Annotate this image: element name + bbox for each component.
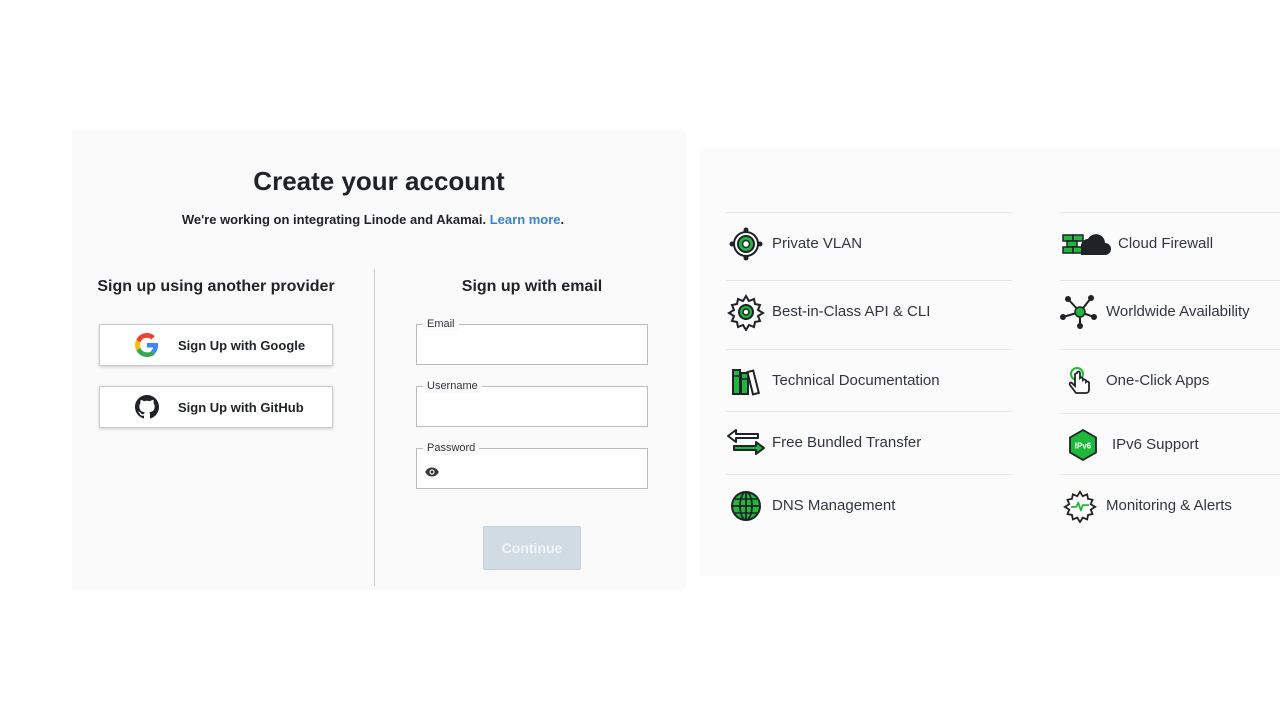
feature-label: DNS Management	[772, 497, 896, 514]
feature-free-transfer: Free Bundled Transfer	[726, 411, 1012, 473]
ipv6-hexagon-icon: IPv6	[1060, 425, 1106, 465]
network-hub-icon	[726, 224, 766, 264]
github-signup-label: Sign Up with GitHub	[178, 399, 304, 415]
feature-monitoring-alerts: Monitoring & Alerts	[1060, 474, 1280, 536]
email-field: Email	[416, 317, 648, 365]
subtitle-text: We're working on integrating Linode and …	[181, 212, 487, 227]
feature-ipv6-support: IPv6 IPv6 Support	[1060, 413, 1280, 475]
feature-label: Cloud Firewall	[1118, 235, 1214, 252]
password-field: Password	[416, 441, 648, 489]
feature-private-vlan: Private VLAN	[726, 212, 1012, 274]
cloud-firewall-icon	[1060, 224, 1112, 264]
subtitle-period: .	[560, 212, 565, 227]
feature-label: Monitoring & Alerts	[1106, 497, 1232, 514]
github-signup-button[interactable]: Sign Up with GitHub	[99, 386, 333, 428]
page-title: Create your account	[253, 166, 505, 196]
google-signup-button[interactable]: Sign Up with Google	[99, 324, 333, 366]
provider-heading: Sign up using another provider	[97, 278, 335, 295]
books-icon	[726, 361, 766, 401]
nodes-icon	[1060, 292, 1100, 332]
github-icon	[134, 394, 160, 420]
feature-label: Technical Documentation	[772, 372, 940, 389]
feature-label: Worldwide Availability	[1106, 303, 1250, 320]
feature-cloud-firewall: Cloud Firewall	[1060, 212, 1280, 274]
page-subtitle: We're working on integrating Linode and …	[72, 212, 674, 227]
feature-api-cli: Best-in-Class API & CLI	[726, 280, 1012, 342]
password-input[interactable]	[445, 457, 641, 483]
email-heading: Sign up with email	[461, 278, 603, 295]
email-input[interactable]	[425, 333, 637, 359]
username-label: Username	[423, 379, 482, 393]
feature-dns-management: DNS Management	[726, 474, 1012, 536]
username-field: Username	[416, 379, 648, 427]
ipv6-badge-text: IPv6	[1075, 441, 1092, 450]
transfer-arrows-icon	[726, 423, 766, 463]
google-signup-label: Sign Up with Google	[178, 337, 306, 353]
continue-button[interactable]: Continue	[483, 526, 581, 570]
feature-label: Best-in-Class API & CLI	[772, 303, 931, 320]
username-input[interactable]	[425, 395, 637, 421]
feature-one-click-apps: One-Click Apps	[1060, 349, 1280, 411]
feature-worldwide-availability: Worldwide Availability	[1060, 280, 1280, 342]
feature-label: One-Click Apps	[1106, 372, 1210, 389]
column-divider	[374, 269, 375, 586]
feature-label: Free Bundled Transfer	[772, 434, 922, 451]
password-label: Password	[423, 441, 480, 455]
eye-icon[interactable]	[425, 464, 439, 477]
pointer-click-icon	[1060, 361, 1100, 401]
feature-label: IPv6 Support	[1112, 436, 1199, 453]
learn-more-link[interactable]: Learn more	[490, 212, 561, 227]
feature-technical-docs: Technical Documentation	[726, 349, 1012, 411]
feature-label: Private VLAN	[772, 235, 863, 252]
google-icon	[134, 332, 160, 358]
email-label: Email	[423, 317, 459, 331]
globe-icon	[726, 486, 766, 526]
signup-card: Create your account We're working on int…	[72, 130, 686, 590]
monitoring-gear-icon	[1060, 486, 1100, 526]
gear-icon	[726, 292, 766, 332]
